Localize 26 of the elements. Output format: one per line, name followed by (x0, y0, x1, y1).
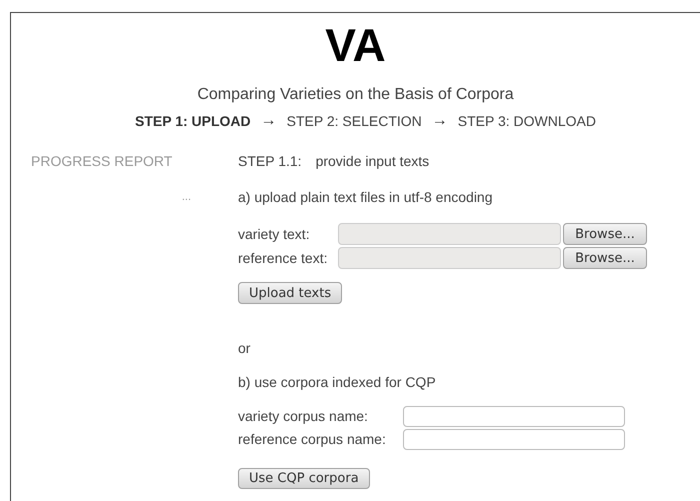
logo: VA (325, 25, 386, 65)
field-label: reference text: (238, 248, 328, 268)
step-number: STEP 1.1: (238, 152, 302, 171)
field-label: variety corpus name: (238, 407, 369, 426)
progress-report-heading: PROGRESS REPORT (31, 152, 174, 171)
field-label: variety text: (238, 224, 311, 244)
step-label: STEP 3: DOWNLOAD (458, 112, 596, 130)
corpus-name-field[interactable] (403, 406, 625, 427)
step-label: STEP 1: UPLOAD (135, 112, 251, 130)
step-label: STEP 2: SELECTION (286, 112, 422, 130)
browse-button[interactable]: Browse... (563, 247, 647, 269)
arrow-icon: → (260, 109, 277, 133)
browse-button[interactable]: Browse... (563, 223, 647, 245)
corpus-name-field[interactable] (403, 429, 625, 450)
step-description: provide input texts (316, 152, 430, 171)
arrow-icon: → (432, 109, 448, 133)
page-title: Comparing Varieties on the Basis of Corpora (197, 85, 514, 105)
field-label: reference corpus name: (238, 430, 387, 449)
section-heading: b) use corpora indexed for CQP (238, 373, 437, 392)
section-heading: a) upload plain text files in utf-8 encoding (238, 188, 494, 207)
file-input-field[interactable] (338, 223, 561, 245)
upload-button[interactable]: Upload texts (238, 282, 342, 304)
progress-entry: ... (182, 190, 191, 205)
use-corpora-button[interactable]: Use CQP corpora (238, 468, 370, 489)
file-input-field[interactable] (338, 247, 561, 269)
separator-text: or (238, 339, 252, 358)
